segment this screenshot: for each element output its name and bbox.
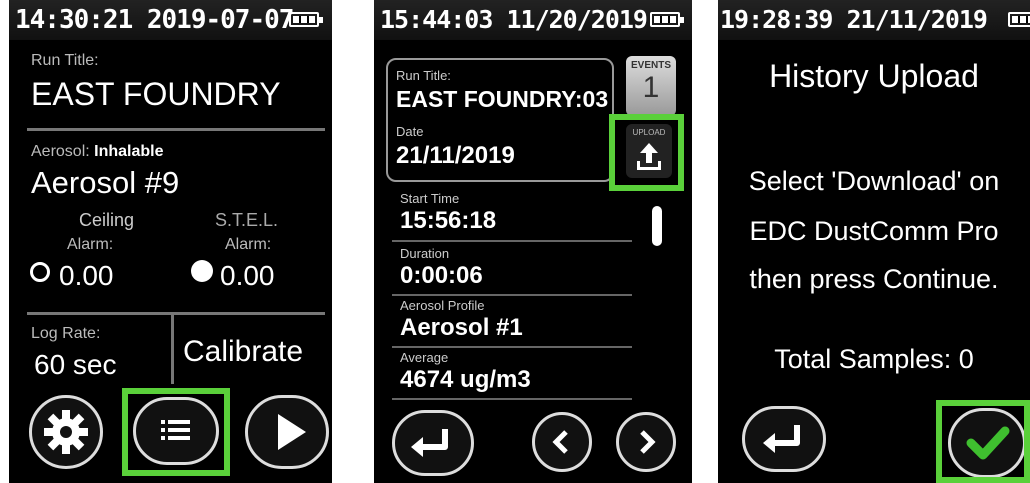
events-counter[interactable]: EVENTS 1	[626, 56, 676, 116]
aerosol-profile-label: Aerosol Profile	[400, 298, 485, 313]
status-bar: 14:30:21 2019-07-07	[9, 0, 332, 40]
start-run-button[interactable]	[245, 395, 329, 469]
stel-alarm-label: Alarm:	[225, 236, 272, 253]
highlight-box	[122, 388, 230, 476]
divider	[27, 128, 325, 131]
duration-value: 0:00:06	[400, 262, 483, 289]
next-button[interactable]	[616, 412, 676, 472]
status-datetime: 19:28:39 21/11/2019	[720, 5, 988, 34]
highlight-box	[609, 114, 684, 191]
total-samples: Total Samples: 0	[774, 344, 974, 374]
status-bar: 15:44:03 11/20/2019	[374, 0, 692, 40]
status-datetime: 14:30:21 2019-07-07	[15, 5, 294, 35]
previous-button[interactable]	[532, 412, 592, 472]
device-screen-upload: 19:28:39 21/11/2019 History Upload Selec…	[718, 0, 1030, 483]
log-rate-label: Log Rate:	[31, 325, 101, 342]
start-time-value: 15:56:18	[400, 207, 497, 234]
gear-icon	[44, 410, 88, 454]
divider	[392, 346, 632, 348]
aerosol-profile-value: Aerosol #1	[400, 314, 523, 341]
status-datetime: 15:44:03 11/20/2019	[380, 5, 648, 34]
divider	[27, 312, 325, 315]
battery-icon	[289, 12, 323, 27]
message-line-3: then press Continue.	[749, 264, 999, 294]
chevron-left-icon	[552, 430, 568, 454]
scrollbar-thumb[interactable]	[652, 206, 662, 246]
back-button[interactable]	[742, 406, 826, 472]
message-line-2: EDC DustComm Pro	[749, 216, 999, 246]
average-label: Average	[400, 350, 449, 365]
ceiling-alarm-label: Alarm:	[67, 236, 114, 253]
page-title: History Upload	[769, 58, 979, 94]
back-button[interactable]	[392, 410, 474, 476]
start-time-label: Start Time	[400, 191, 460, 206]
aerosol-type: Inhalable	[94, 143, 164, 160]
device-screen-main: 14:30:21 2019-07-07 Run Title: EAST FOUN…	[9, 0, 332, 483]
run-title-label: Run Title:	[396, 68, 451, 83]
chevron-right-icon	[640, 430, 656, 454]
run-title-label: Run Title:	[31, 52, 99, 69]
divider	[392, 398, 632, 400]
return-arrow-icon	[411, 429, 448, 457]
calibrate-button[interactable]: Calibrate	[183, 335, 303, 369]
device-screen-history: 15:44:03 11/20/2019 Run Title: EAST FOUN…	[374, 0, 692, 483]
date-label: Date	[396, 124, 424, 139]
divider	[392, 294, 632, 296]
date-value: 21/11/2019	[396, 142, 515, 169]
battery-icon	[650, 12, 684, 27]
return-arrow-icon	[763, 425, 800, 453]
stel-status-dot-icon	[191, 260, 213, 282]
stel-alarm-value[interactable]: 0.00	[220, 260, 275, 292]
settings-button[interactable]	[29, 395, 103, 469]
battery-icon	[1008, 12, 1030, 27]
divider	[171, 312, 174, 384]
ceiling-alarm-value[interactable]: 0.00	[59, 260, 114, 292]
message-line-1: Select 'Download' on	[748, 166, 1000, 196]
events-count: 1	[642, 71, 660, 104]
run-title-value[interactable]: EAST FOUNDRY	[31, 76, 281, 113]
ceiling-label: Ceiling	[79, 210, 135, 230]
stel-label: S.T.E.L.	[215, 210, 279, 230]
aerosol-name[interactable]: Aerosol #9	[31, 165, 179, 201]
ceiling-status-circle-icon	[30, 262, 50, 282]
run-title-value: EAST FOUNDRY:03	[396, 86, 609, 112]
log-rate-value[interactable]: 60 sec	[34, 349, 117, 381]
play-icon	[278, 414, 306, 450]
average-value: 4674 ug/m3	[400, 366, 531, 393]
highlight-box	[936, 400, 1030, 483]
events-label: EVENTS	[630, 60, 671, 71]
aerosol-label: Aerosol: Inhalable	[31, 143, 164, 160]
divider	[392, 240, 632, 242]
duration-label: Duration	[400, 246, 450, 261]
status-bar: 19:28:39 21/11/2019	[718, 0, 1030, 40]
